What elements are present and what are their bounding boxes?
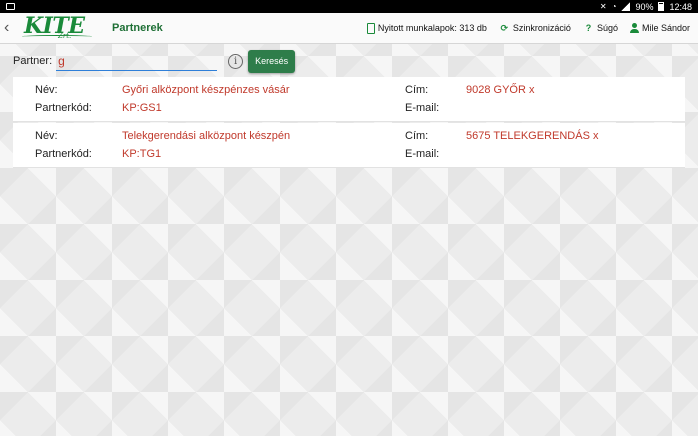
user-name: Mile Sándor [641,23,690,33]
partner-code-label: Partnerkód: [35,148,92,160]
partner-address: 5675 TELEKGERENDÁS x [466,130,599,142]
partner-result-card[interactable]: Név: Telekgerendási alközpont készpén Pa… [13,123,685,168]
search-button[interactable]: Keresés [248,49,296,73]
help-label: Súgó [596,23,618,33]
address-label: Cím: [405,130,429,142]
user-icon [629,23,639,33]
partner-code: KP:TG1 [122,148,162,160]
page-title: Partnerek [112,22,163,34]
screenshot-icon [6,3,15,10]
user-button[interactable]: Mile Sándor [629,23,690,33]
back-arrow-icon[interactable]: ‹ [4,20,18,36]
partner-code: KP:GS1 [122,102,162,114]
battery-icon [658,2,665,11]
search-bar: Partner: i Keresés [13,48,296,74]
email-label: E-mail: [405,102,440,114]
partner-result-card[interactable]: Név: Győri alközpont készpénzes vásár Pa… [13,77,685,122]
sync-label: Szinkronizáció [512,23,571,33]
wifi-icon: ◔ [611,2,617,11]
mute-icon: ✕ [599,2,607,11]
battery-percent: 90% [635,1,654,12]
partner-search-input[interactable] [56,51,218,71]
open-worksheets-button[interactable]: Nyitott munkalapok: 313 db [366,22,487,34]
sync-button[interactable]: ⟳ Szinkronizáció [499,23,571,34]
partner-name: Győri alközpont készpénzes vásár [122,84,290,96]
partner-search-label: Partner: [13,55,53,67]
question-icon: ? [585,23,592,33]
name-label: Név: [35,130,58,142]
name-label: Név: [35,84,58,96]
help-button[interactable]: ? Súgó [583,23,618,34]
email-label: E-mail: [405,148,440,160]
kite-logo: KITE Zrt. [22,13,94,42]
app-header: ‹ KITE Zrt. Partnerek Nyitott munkalapok… [0,13,698,44]
signal-icon [621,2,631,11]
clock: 12:48 [669,1,692,12]
system-status-bar: ✕ ◔ 90% 12:48 [0,0,698,13]
partner-name: Telekgerendási alközpont készpén [122,130,291,142]
partner-address: 9028 GYŐR x [466,84,535,96]
document-icon [366,22,375,34]
partner-code-label: Partnerkód: [35,102,92,114]
sync-icon: ⟳ [500,22,509,33]
info-icon[interactable]: i [228,53,244,69]
address-label: Cím: [405,84,429,96]
open-worksheets-label: Nyitott munkalapok: 313 db [377,23,487,33]
